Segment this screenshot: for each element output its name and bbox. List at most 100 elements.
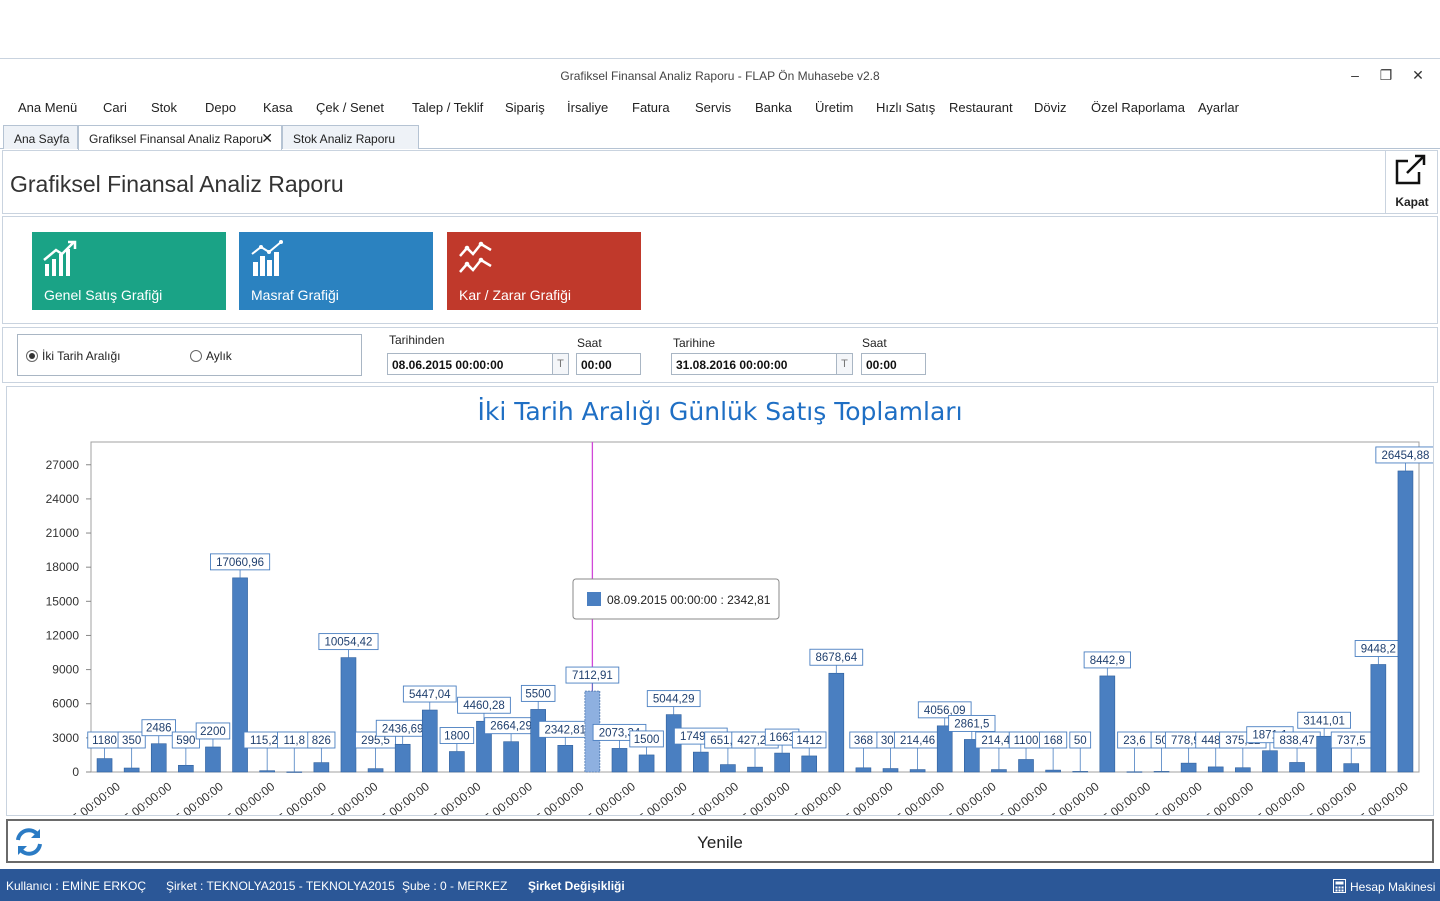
close-icon[interactable]: ✕ bbox=[261, 130, 273, 147]
refresh-button[interactable]: Yenile bbox=[6, 819, 1434, 863]
data-label: 350 bbox=[122, 735, 141, 747]
radio-iki-tarih-araligi[interactable]: İki Tarih Aralığı bbox=[26, 349, 120, 363]
menu-fatura[interactable]: Fatura bbox=[632, 100, 670, 115]
to-time-value: 00:00 bbox=[866, 358, 897, 372]
menu-doviz[interactable]: Döviz bbox=[1034, 100, 1067, 115]
menu-irsaliye[interactable]: İrsaliye bbox=[567, 100, 608, 115]
bar bbox=[638, 754, 655, 773]
tile-kar-zarar[interactable]: Kar / Zarar Grafiği bbox=[447, 232, 641, 310]
data-label: 17060,96 bbox=[216, 557, 264, 569]
tab-ana-sayfa[interactable]: Ana Sayfa bbox=[3, 125, 78, 149]
page-title: Grafiksel Finansal Analiz Raporu bbox=[10, 171, 344, 197]
date-picker-button[interactable]: T bbox=[836, 354, 852, 374]
y-tick-label: 3000 bbox=[52, 731, 79, 745]
data-label: 1180 bbox=[92, 735, 117, 747]
from-date-input[interactable]: 08.06.2015 00:00:00 T bbox=[387, 353, 569, 375]
menu-ana-menu[interactable]: Ana Menü bbox=[18, 100, 77, 115]
bar bbox=[259, 770, 275, 773]
bar-chart-icon bbox=[251, 240, 283, 276]
menu-siparis[interactable]: Sipariş bbox=[505, 100, 545, 115]
data-label: 5044,29 bbox=[653, 694, 695, 706]
menu-hizli-satis[interactable]: Hızlı Satış bbox=[876, 100, 935, 115]
menu-ozel-raporlama[interactable]: Özel Raporlama bbox=[1091, 100, 1185, 115]
bar bbox=[394, 743, 411, 773]
bar bbox=[1316, 735, 1332, 773]
bar bbox=[611, 748, 628, 773]
data-label: 1663 bbox=[769, 732, 795, 744]
data-label: 8442,9 bbox=[1090, 655, 1125, 667]
to-time-input[interactable]: 00:00 bbox=[861, 353, 926, 375]
menu-servis[interactable]: Servis bbox=[695, 100, 731, 115]
chart-type-tiles: Genel Satış Grafiği Masraf Grafiği Kar /… bbox=[2, 216, 1438, 324]
from-date-value: 08.06.2015 00:00:00 bbox=[392, 358, 504, 372]
calculator-button[interactable]: Hesap Makinesi bbox=[1333, 879, 1435, 894]
menu-cari[interactable]: Cari bbox=[103, 100, 127, 115]
menu-ayarlar[interactable]: Ayarlar bbox=[1198, 100, 1239, 115]
change-company-link[interactable]: Şirket Değişikliği bbox=[528, 879, 625, 893]
menu-restaurant[interactable]: Restaurant bbox=[949, 100, 1013, 115]
bar bbox=[1235, 767, 1251, 773]
menu-depo[interactable]: Depo bbox=[205, 100, 236, 115]
trend-up-bars-icon bbox=[43, 240, 77, 276]
from-time-label: Saat bbox=[577, 336, 602, 350]
to-date-label: Tarihine bbox=[673, 336, 716, 350]
y-tick-label: 6000 bbox=[52, 697, 79, 711]
data-label: 26454,88 bbox=[1381, 450, 1429, 462]
from-time-input[interactable]: 00:00 bbox=[576, 353, 641, 375]
bar bbox=[692, 751, 709, 773]
bar bbox=[991, 769, 1007, 773]
status-bar: Kullanıcı : EMİNE ERKOÇ Şirket : TEKNOLY… bbox=[0, 869, 1440, 901]
tab-grafiksel-finansal-analiz[interactable]: Grafiksel Finansal Analiz Raporu ✕ bbox=[78, 125, 282, 150]
menu-talep-teklif[interactable]: Talep / Teklif bbox=[412, 100, 483, 115]
sales-bar-chart[interactable]: İki Tarih Aralığı Günlük Satış Toplamlar… bbox=[7, 387, 1433, 815]
bar bbox=[801, 755, 818, 773]
to-date-value: 31.08.2016 00:00:00 bbox=[676, 358, 788, 372]
sales-chart-panel: İki Tarih Aralığı Günlük Satış Toplamlar… bbox=[6, 386, 1434, 816]
menu-kasa[interactable]: Kasa bbox=[263, 100, 293, 115]
bar bbox=[855, 767, 872, 773]
radio-aylik[interactable]: Aylık bbox=[190, 349, 232, 363]
data-label: 168 bbox=[1044, 735, 1063, 747]
bar bbox=[1397, 470, 1414, 773]
date-picker-button[interactable]: T bbox=[552, 354, 568, 374]
tile-genel-satis[interactable]: Genel Satış Grafiği bbox=[32, 232, 226, 310]
y-tick-label: 9000 bbox=[52, 663, 79, 677]
bar bbox=[367, 768, 384, 773]
to-time-label: Saat bbox=[862, 336, 887, 350]
menu-cek-senet[interactable]: Çek / Senet bbox=[316, 100, 384, 115]
tab-stok-analiz[interactable]: Stok Analiz Raporu bbox=[282, 125, 419, 149]
bar bbox=[1370, 664, 1387, 773]
status-company: Şirket : TEKNOLYA2015 - TEKNOLYA2015 bbox=[166, 879, 395, 893]
data-label: 5447,04 bbox=[409, 689, 451, 701]
data-label: 5500 bbox=[525, 688, 551, 700]
tile-label: Kar / Zarar Grafiği bbox=[459, 287, 572, 303]
menu-stok[interactable]: Stok bbox=[151, 100, 177, 115]
restore-button[interactable]: ❐ bbox=[1376, 65, 1396, 85]
bar bbox=[150, 743, 167, 773]
bar bbox=[421, 709, 438, 773]
bar bbox=[96, 758, 113, 773]
bar bbox=[205, 746, 221, 773]
data-label: 295,5 bbox=[361, 735, 390, 747]
y-tick-label: 21000 bbox=[46, 526, 80, 540]
bar bbox=[720, 764, 736, 773]
to-date-input[interactable]: 31.08.2016 00:00:00 T bbox=[671, 353, 853, 375]
menu-uretim[interactable]: Üretim bbox=[815, 100, 853, 115]
menu-banka[interactable]: Banka bbox=[755, 100, 792, 115]
minimize-button[interactable]: – bbox=[1345, 65, 1365, 85]
data-label: 1412 bbox=[796, 735, 822, 747]
bar bbox=[909, 769, 926, 773]
bar bbox=[936, 725, 953, 773]
tooltip-text: 08.09.2015 00:00:00 : 2342,81 bbox=[607, 593, 771, 607]
close-report-button[interactable]: Kapat bbox=[1385, 151, 1437, 213]
document-tabs: Ana Sayfa Grafiksel Finansal Analiz Rapo… bbox=[0, 123, 1440, 150]
bar bbox=[1343, 763, 1360, 773]
close-window-button[interactable]: ✕ bbox=[1408, 65, 1428, 85]
bar bbox=[286, 771, 303, 773]
page-header: Grafiksel Finansal Analiz Raporu Kapat bbox=[2, 150, 1438, 214]
tile-masraf[interactable]: Masraf Grafiği bbox=[239, 232, 433, 310]
data-label: 826 bbox=[312, 735, 331, 747]
data-label: 11,8 bbox=[283, 735, 305, 747]
app-window: Grafiksel Finansal Analiz Raporu - FLAP … bbox=[0, 58, 1440, 901]
bar bbox=[1045, 769, 1061, 773]
